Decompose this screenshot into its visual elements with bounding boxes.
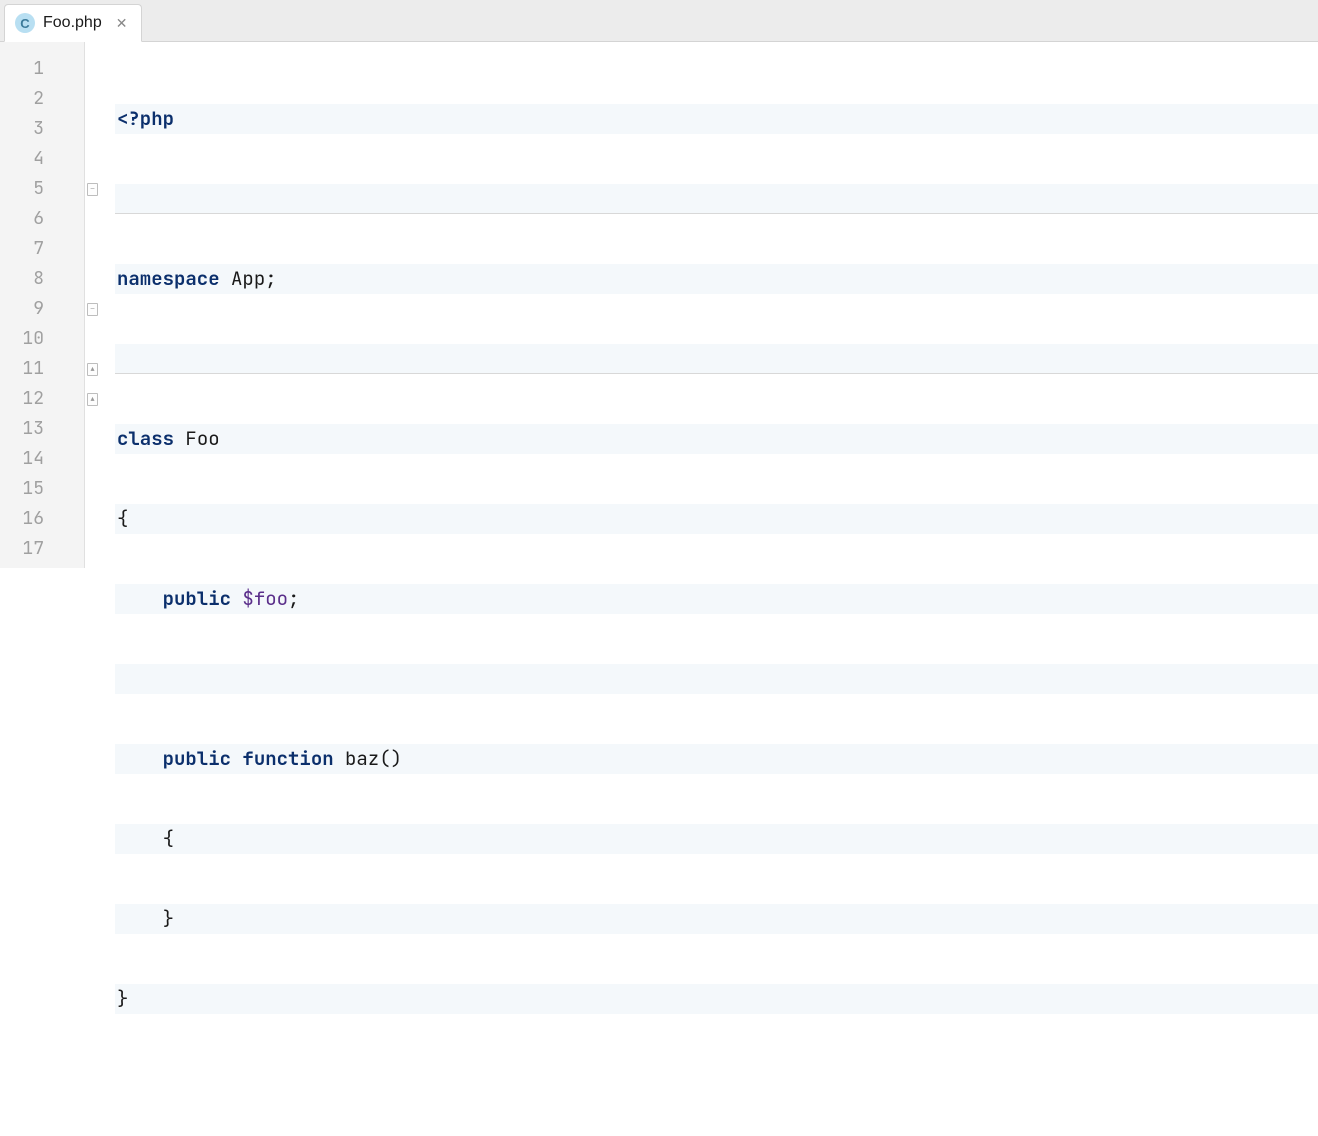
tab-active[interactable]: C Foo.php ✕ [4,4,142,42]
line-number: 9 [0,294,84,324]
fold-row: ▴ [85,354,115,384]
fold-row [85,54,115,84]
fold-end-icon[interactable]: ▴ [87,393,98,406]
line-number: 13 [0,414,84,444]
class-icon: C [15,13,35,33]
fold-row [85,324,115,354]
line-number: 2 [0,84,84,114]
fold-row [85,534,115,564]
method-baz: baz [345,746,379,771]
line-number: 3 [0,114,84,144]
code-area[interactable]: <?php namespace App; class Foo { public … [115,42,1318,568]
fold-row [85,444,115,474]
line-number: 15 [0,474,84,504]
line-number: 5 [0,174,84,204]
fold-row [85,474,115,504]
fold-end-icon[interactable]: ▴ [87,363,98,376]
code-editor[interactable]: 1234567891011121314151617 −−▴▴ <?php nam… [0,42,1318,568]
namespace-keyword: namespace [117,266,220,291]
class-name: Foo [185,426,219,451]
fold-row: − [85,174,115,204]
line-number: 14 [0,444,84,474]
fold-row [85,414,115,444]
namespace-name: App [231,266,265,291]
fold-collapse-icon[interactable]: − [87,183,98,196]
fold-row: − [85,294,115,324]
property-foo: $foo [242,586,288,611]
fold-row [85,84,115,114]
line-number: 6 [0,204,84,234]
tab-bar: C Foo.php ✕ [0,0,1318,42]
line-number: 12 [0,384,84,414]
line-number: 10 [0,324,84,354]
fold-row: ▴ [85,384,115,414]
close-icon[interactable]: ✕ [116,16,128,30]
fold-row [85,264,115,294]
tab-filename: Foo.php [43,14,102,32]
fold-column: − − ▴ ▴ [85,42,115,568]
class-keyword: class [117,426,174,451]
fold-row [85,144,115,174]
fold-collapse-icon[interactable]: − [87,303,98,316]
line-number: 11 [0,354,84,384]
line-number: 7 [0,234,84,264]
fold-row [85,204,115,234]
line-number: 16 [0,504,84,534]
line-number: 1 [0,54,84,84]
line-number-gutter: 1234567891011121314151617 [0,42,85,568]
fold-row [85,234,115,264]
line-number: 4 [0,144,84,174]
fold-row [85,114,115,144]
php-open-tag: <?php [117,106,174,131]
line-number: 17 [0,534,84,564]
line-number: 8 [0,264,84,294]
fold-row [85,504,115,534]
